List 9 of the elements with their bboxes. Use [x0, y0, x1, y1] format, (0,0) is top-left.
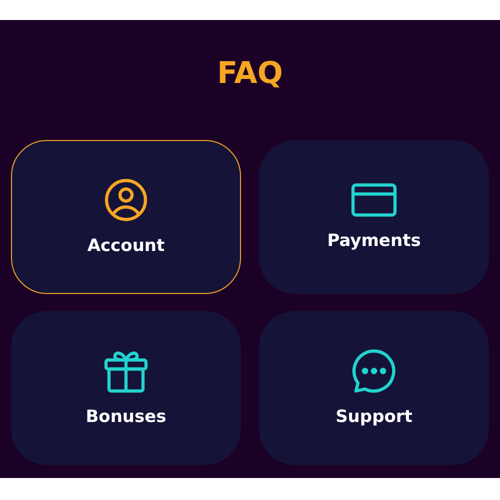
category-card[interactable]: Bonuses	[11, 311, 241, 465]
category-card[interactable]: Payments	[259, 140, 489, 294]
user-icon	[104, 178, 148, 222]
category-card[interactable]: Support	[259, 311, 489, 465]
category-card[interactable]: Account	[11, 140, 241, 294]
credit-card-icon	[351, 183, 397, 217]
chat-bubble-icon	[352, 349, 396, 393]
page-title: FAQ	[217, 56, 283, 92]
gift-icon	[104, 349, 148, 393]
